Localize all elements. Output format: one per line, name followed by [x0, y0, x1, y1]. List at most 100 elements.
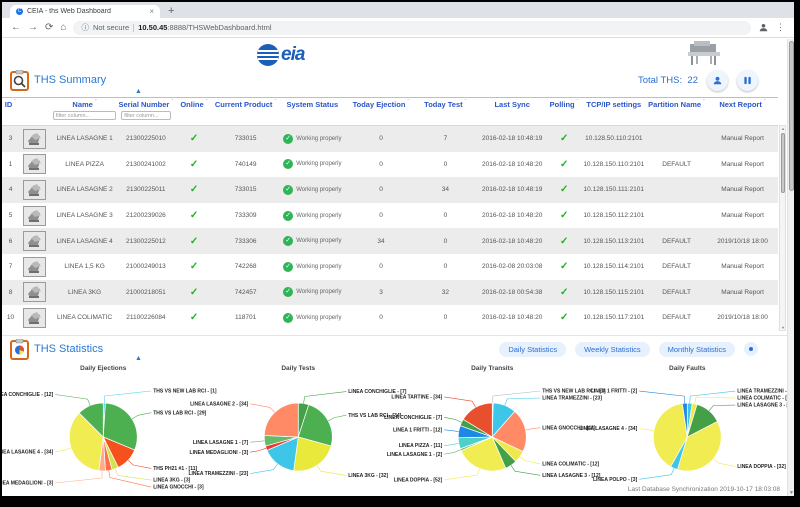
cell-last-sync: 2016-02-18 10:48:20: [478, 314, 547, 321]
info-icon[interactable]: ⓘ: [81, 22, 89, 33]
column-header-label: Online: [180, 100, 203, 109]
status-text: Working properly: [296, 213, 341, 219]
column-header[interactable]: Next Reportˆ: [707, 100, 778, 124]
sort-caret-icon[interactable]: ˆ: [764, 100, 766, 106]
table-row[interactable]: 1LINEA PIZZA21300241002✓740149✓Working p…: [2, 152, 778, 178]
statistics-section-header: THS Statistics ▲ Daily StatisticsWeekly …: [2, 335, 794, 359]
cell-next-report: Manual Report: [707, 161, 778, 168]
column-header[interactable]: Onlineˆ: [173, 100, 216, 124]
address-bar[interactable]: ⓘ Not secure 10.50.45:8888/THSWebDashboa…: [73, 21, 751, 35]
browser-menu-icon[interactable]: ⋮: [776, 22, 785, 33]
reload-icon[interactable]: ⟳: [45, 23, 53, 33]
summary-collapse-icon[interactable]: ▲: [135, 88, 142, 95]
cell-current-product: 733015: [215, 186, 276, 193]
column-header[interactable]: Partition Nameˆ: [646, 100, 707, 124]
sort-caret-icon[interactable]: ˆ: [465, 100, 467, 106]
label-leader-line: [708, 405, 734, 411]
table-row[interactable]: 7LINEA 1,5 KG21000249013✓742268✓Working …: [2, 254, 778, 280]
column-header[interactable]: Serial Numberˆ: [119, 100, 173, 124]
column-header[interactable]: IDˆ: [2, 100, 19, 124]
home-icon[interactable]: ⌂: [60, 23, 66, 33]
table-header-row: IDˆNameˆSerial NumberˆOnlineˆCurrent Pro…: [2, 97, 778, 126]
back-icon[interactable]: ←: [11, 23, 21, 33]
label-leader-line: [639, 391, 685, 403]
sort-caret-icon[interactable]: ˆ: [577, 100, 579, 106]
column-filter-input[interactable]: [53, 111, 117, 120]
column-header[interactable]: Pollingˆ: [547, 100, 582, 124]
table-row[interactable]: 5LINEA LASAGNE 321200239026✓733309✓Worki…: [2, 203, 778, 229]
machine-thumbnail: [23, 154, 46, 174]
stats-period-button[interactable]: Monthly Statistics: [659, 342, 735, 357]
cell-current-product: 742457: [215, 289, 276, 296]
tab-close-icon[interactable]: ×: [149, 8, 154, 16]
tab-title: CEIA - ths Web Dashboard: [27, 8, 145, 15]
browser-toolbar: ← → ⟳ ⌂ ⓘ Not secure 10.50.45:8888/THSWe…: [2, 18, 794, 38]
table-scrollbar-thumb[interactable]: [781, 133, 785, 193]
cell-polling: ✓: [547, 210, 582, 221]
chart-daily-faults: Daily FaultsLINEA TRAMEZZINI - [2]LINEA …: [590, 361, 785, 496]
page-scroll-down-icon[interactable]: ▼: [788, 490, 794, 496]
cell-id: 7: [2, 263, 19, 270]
label-leader-line: [493, 391, 541, 403]
column-header[interactable]: Today Ejectionˆ: [349, 100, 413, 124]
sort-caret-icon[interactable]: ˆ: [703, 100, 705, 106]
machine-thumbnail: [23, 206, 46, 226]
column-header-label: Last Sync: [494, 100, 529, 109]
sort-caret-icon[interactable]: ˆ: [95, 100, 97, 106]
stats-period-button[interactable]: Weekly Statistics: [575, 342, 650, 357]
scroll-down-icon[interactable]: ▼: [780, 325, 786, 330]
summary-title: THS Summary: [34, 74, 106, 86]
check-icon: ✓: [560, 159, 568, 170]
pie-slice-label: LINEA 3KG - [32]: [348, 473, 388, 479]
status-text: Working properly: [296, 136, 341, 142]
ceia-logo-mark-icon: [255, 42, 281, 68]
sort-caret-icon[interactable]: ˆ: [206, 100, 208, 106]
column-header[interactable]: Current Productˆ: [215, 100, 276, 124]
label-leader-line: [520, 457, 540, 464]
profile-icon[interactable]: [758, 22, 769, 33]
cell-id: 6: [2, 238, 19, 245]
sort-caret-icon[interactable]: ˆ: [407, 100, 409, 106]
cell-serial: 21000249013: [119, 263, 173, 270]
label-leader-line: [713, 459, 735, 467]
scroll-up-icon[interactable]: ▲: [780, 126, 786, 131]
pie-slice-label: LINEA LASAGNE 1 - [7]: [192, 440, 248, 446]
svg-text:Daily Ejections: Daily Ejections: [80, 365, 127, 372]
page-scrollbar-thumb[interactable]: [789, 41, 794, 191]
cell-next-report: 2019/10/18 18:00: [707, 314, 778, 321]
column-filter-input[interactable]: [121, 111, 170, 120]
check-icon: ✓: [560, 287, 568, 298]
stats-period-button[interactable]: Daily Statistics: [499, 342, 566, 357]
cell-system-status: ✓Working properly: [276, 211, 349, 221]
pause-polling-button[interactable]: [737, 70, 758, 91]
browser-tab[interactable]: C CEIA - ths Web Dashboard ×: [10, 5, 160, 18]
page-scrollbar[interactable]: ▼: [787, 39, 794, 496]
cell-polling: ✓: [547, 159, 582, 170]
user-action-button[interactable]: [707, 70, 728, 91]
table-row[interactable]: 6LINEA LASAGNE 421300225012✓733306✓Worki…: [2, 228, 778, 254]
cell-tcpip: 10.128.150.110:2101: [582, 161, 646, 168]
pie-slice-label: LINEA TRAMEZZINI - [23]: [188, 471, 248, 477]
forward-icon[interactable]: →: [28, 23, 38, 33]
check-icon: ✓: [190, 184, 198, 195]
table-row[interactable]: 4LINEA LASAGNE 221300225011✓733015✓Worki…: [2, 177, 778, 203]
cell-tcpip: 10.128.150.114:2101: [582, 263, 646, 270]
table-row[interactable]: 8LINEA 3KG21000218051✓742457✓Working pro…: [2, 280, 778, 306]
cell-current-product: 733309: [215, 212, 276, 219]
cell-tcpip: 10.128.150.113:2101: [582, 238, 646, 245]
new-tab-button[interactable]: +: [168, 5, 174, 17]
column-header-label: Today Test: [424, 100, 462, 109]
column-header[interactable]: Nameˆ: [50, 100, 119, 124]
stats-more-button[interactable]: [744, 342, 758, 356]
cell-today-test: 7: [413, 135, 477, 142]
column-header[interactable]: Today Testˆ: [413, 100, 477, 124]
table-row[interactable]: 3LINEA LASAGNE 121300225010✓733015✓Worki…: [2, 126, 778, 152]
sort-caret-icon[interactable]: ˆ: [14, 100, 16, 106]
cell-polling: ✓: [547, 287, 582, 298]
table-scrollbar[interactable]: ▲ ▼: [779, 125, 786, 331]
cell-today-ejection: 3: [349, 289, 413, 296]
table-row[interactable]: 10LINEA COLIMATIC21100226084✓118701✓Work…: [2, 305, 778, 331]
label-leader-line: [250, 448, 266, 452]
ceia-logo: eia: [255, 42, 304, 68]
cell-system-status: ✓Working properly: [276, 313, 349, 323]
